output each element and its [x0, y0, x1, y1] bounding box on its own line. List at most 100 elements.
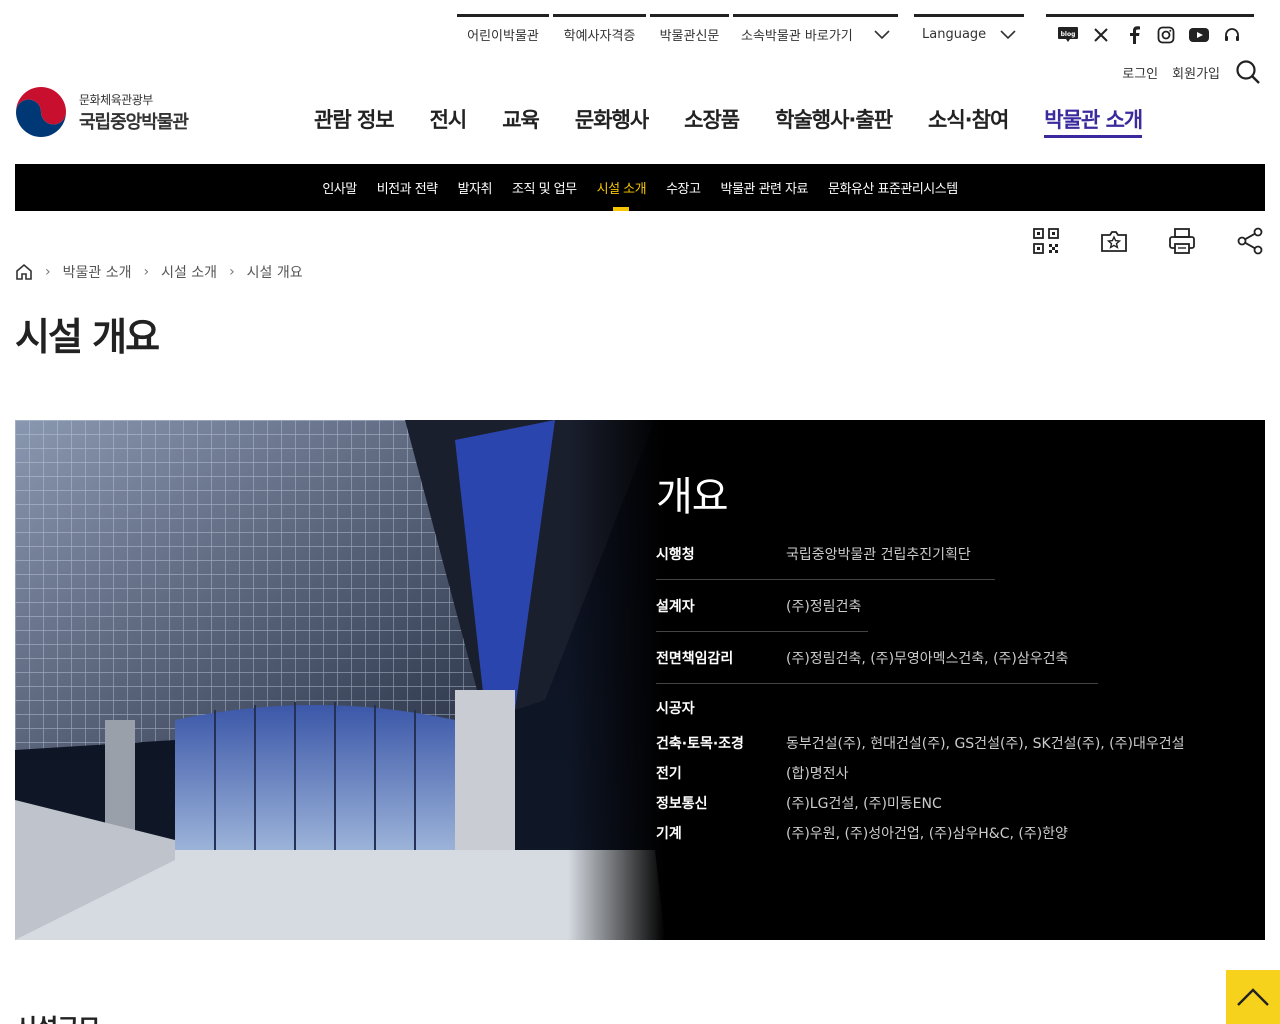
row-value: (주)LG건설, (주)미동ENC: [786, 796, 942, 812]
row-value: (합)명전사: [786, 766, 849, 782]
gnb-label: 전시: [429, 108, 468, 132]
overview-row: 전면책임감리 (주)정림건축, (주)무영아멕스건축, (주)삼우건축: [656, 648, 1068, 668]
affiliate-museums-dropdown[interactable]: 소속박물관 바로가기: [733, 14, 898, 52]
breadcrumb-current: 시설 개요: [246, 265, 303, 281]
gnb-label: 소장품: [684, 108, 740, 132]
contractor-row: 전기 (합)명전사: [656, 763, 848, 783]
overview-info: 개요 시행청 국립중앙박물관 건립추진기획단 설계자 (주)정림건축 전면책임감…: [656, 420, 1265, 940]
social-links: blog: [1046, 14, 1254, 52]
row-label: 기계: [656, 826, 682, 842]
breadcrumb: › 박물관 소개 › 시설 소개 › 시설 개요: [15, 262, 303, 282]
logo-ministry: 문화체육관광부: [79, 92, 153, 107]
subnav-organization[interactable]: 조직 및 업무: [502, 164, 587, 211]
main-nav: 관람 정보 전시 교육 문화행사 소장품 학술행사·출판 소식·참여 박물관 소…: [314, 104, 1160, 140]
share-icon[interactable]: [1235, 226, 1265, 256]
subnav-vision[interactable]: 비전과 전략: [367, 164, 448, 211]
gnb-exhibition[interactable]: 전시: [412, 104, 485, 140]
row-label: 시공자: [656, 701, 695, 717]
row-label: 설계자: [656, 599, 695, 615]
breadcrumb-item[interactable]: 시설 소개: [161, 262, 217, 282]
gnb-label: 관람 정보: [314, 108, 395, 132]
next-section-title: 시설구모: [15, 1008, 100, 1024]
chevron-up-icon: [1237, 988, 1269, 1006]
row-label: 정보통신: [656, 796, 708, 812]
contractor-row: 정보통신 (주)LG건설, (주)미동ENC: [656, 793, 942, 813]
subnav-storage[interactable]: 수장고: [656, 164, 710, 211]
print-icon[interactable]: [1167, 226, 1197, 256]
x-icon[interactable]: [1090, 24, 1112, 46]
gnb-label: 학술행사·출판: [775, 108, 893, 132]
facebook-icon[interactable]: [1123, 24, 1145, 46]
row-value: (주)우원, (주)성아건업, (주)삼우H&C, (주)한양: [786, 826, 1068, 842]
utility-nav: 어린이박물관 학예사자격증 박물관신문 소속박물관 바로가기 Language …: [457, 14, 1258, 52]
subnav-materials[interactable]: 박물관 관련 자료: [710, 164, 818, 211]
chevron-right-icon: ›: [45, 264, 51, 280]
museum-building-photo: [15, 420, 665, 940]
page-title: 시설 개요: [15, 315, 160, 359]
sub-nav: 인사말 비전과 전략 발자취 조직 및 업무 시설 소개 수장고 박물관 관련 …: [15, 164, 1265, 211]
gnb-visit[interactable]: 관람 정보: [314, 104, 412, 140]
overview-row: 설계자 (주)정림건축: [656, 596, 861, 616]
instagram-icon[interactable]: [1155, 24, 1177, 46]
subnav-greeting[interactable]: 인사말: [312, 164, 366, 211]
site-logo[interactable]: 문화체육관광부 국립중앙박물관: [15, 86, 189, 138]
login-link[interactable]: 로그인: [1122, 63, 1158, 82]
chevron-down-icon: [874, 29, 890, 39]
gnb-education[interactable]: 교육: [484, 104, 557, 140]
gnb-label: 문화행사: [574, 108, 649, 132]
gnb-research[interactable]: 학술행사·출판: [757, 104, 910, 140]
chevron-down-icon: [1000, 29, 1016, 39]
gnb-collection[interactable]: 소장품: [666, 104, 757, 140]
search-icon[interactable]: [1234, 58, 1262, 86]
headset-icon[interactable]: [1221, 24, 1243, 46]
row-value: 동부건설(주), 현대건설(주), GS건설(주), SK건설(주), (주)대…: [786, 736, 1185, 752]
divider: [656, 579, 995, 580]
util-link-kids[interactable]: 어린이박물관: [457, 14, 549, 52]
row-value: (주)정림건축, (주)무영아멕스건축, (주)삼우건축: [786, 651, 1069, 667]
subnav-heritage-system[interactable]: 문화유산 표준관리시스템: [818, 164, 968, 211]
qr-code-icon[interactable]: [1031, 226, 1061, 256]
contractor-row: 건축·토목·조경 동부건설(주), 현대건설(주), GS건설(주), SK건설…: [656, 733, 1185, 753]
util-link-newsletter[interactable]: 박물관신문: [650, 14, 729, 52]
svg-text:blog: blog: [1061, 31, 1076, 38]
blog-icon[interactable]: blog: [1057, 24, 1079, 46]
page-tools: [1031, 226, 1265, 256]
contractor-row: 기계 (주)우원, (주)성아건업, (주)삼우H&C, (주)한양: [656, 823, 1068, 843]
language-dropdown[interactable]: Language: [914, 14, 1024, 52]
row-label: 전면책임감리: [656, 651, 734, 667]
util-link-curator[interactable]: 학예사자격증: [553, 14, 646, 52]
chevron-right-icon: ›: [143, 264, 150, 280]
affiliate-museums-label: 소속박물관 바로가기: [741, 29, 853, 44]
row-value: 국립중앙박물관 건립추진기획단: [786, 547, 971, 563]
taegeuk-logo-icon: [16, 87, 66, 137]
logo-museum-name: 국립중앙박물관: [79, 111, 189, 133]
gnb-label: 교육: [502, 108, 540, 132]
contractor-heading: 시공자: [656, 698, 786, 718]
overview-section: 개요 시행청 국립중앙박물관 건립추진기획단 설계자 (주)정림건축 전면책임감…: [15, 420, 1265, 940]
gnb-label: 박물관 소개: [1044, 108, 1143, 138]
divider: [656, 683, 1098, 684]
row-label: 전기: [656, 766, 682, 782]
overview-row: 시행청 국립중앙박물관 건립추진기획단: [656, 544, 971, 564]
youtube-icon[interactable]: [1188, 24, 1210, 46]
logo-text: 문화체육관광부 국립중앙박물관: [79, 91, 189, 134]
row-label: 건축·토목·조경: [656, 736, 744, 752]
subnav-history[interactable]: 발자취: [448, 164, 502, 211]
gnb-news[interactable]: 소식·참여: [910, 104, 1026, 140]
chevron-right-icon: ›: [229, 264, 235, 280]
home-icon[interactable]: [15, 263, 33, 281]
divider: [656, 631, 868, 632]
gnb-about[interactable]: 박물관 소개: [1026, 104, 1160, 140]
language-label: Language: [922, 27, 987, 42]
row-value: (주)정림건축: [786, 599, 862, 615]
overview-title: 개요: [656, 474, 729, 520]
breadcrumb-item[interactable]: 박물관 소개: [63, 262, 132, 282]
gnb-label: 소식·참여: [928, 108, 1009, 132]
gnb-events[interactable]: 문화행사: [557, 104, 666, 140]
subnav-facilities[interactable]: 시설 소개: [587, 164, 656, 211]
row-label: 시행청: [656, 547, 695, 563]
scroll-top-button[interactable]: [1226, 970, 1280, 1024]
account-links: 로그인 회원가입: [1122, 58, 1262, 86]
signup-link[interactable]: 회원가입: [1172, 63, 1220, 82]
bookmark-star-icon[interactable]: [1099, 226, 1129, 256]
